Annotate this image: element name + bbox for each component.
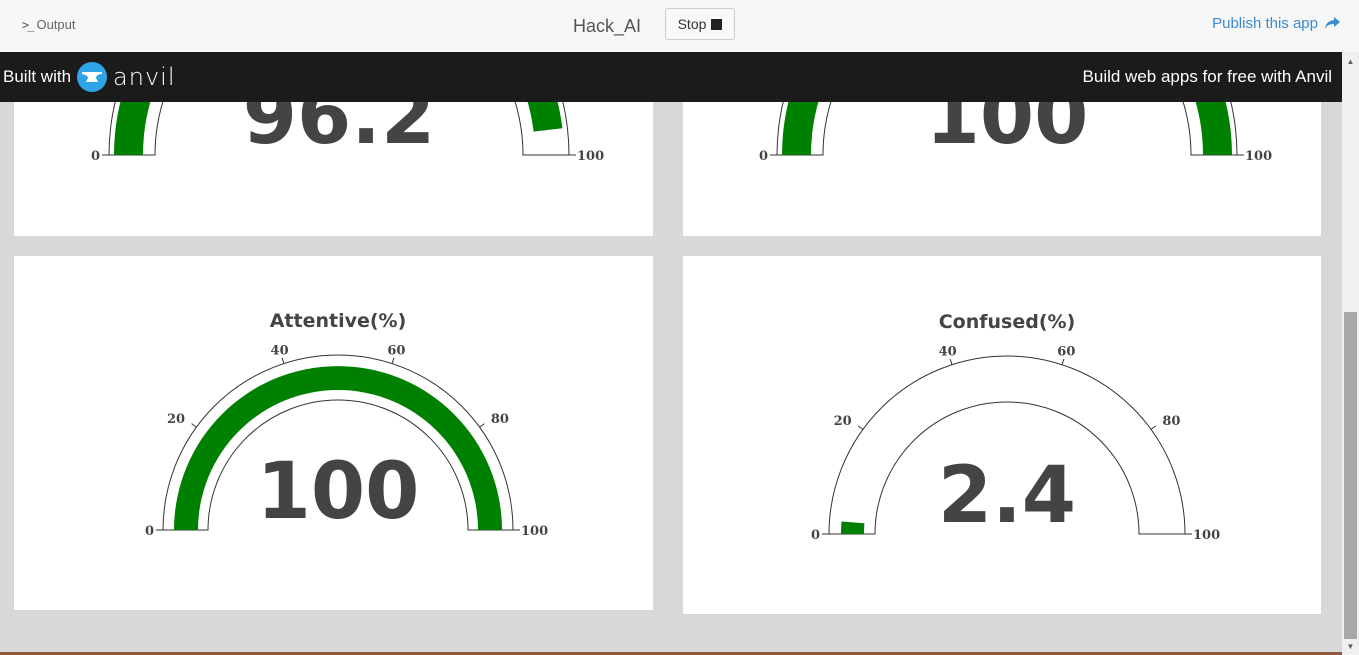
gauge-tick-label: 40 xyxy=(939,344,957,359)
gauge-tick-label: 100 xyxy=(1193,528,1220,543)
gauge-tick-label: 40 xyxy=(271,343,289,358)
gauge-card-attentive: 0 20 40 60 80 100 Attentive(%) 100 xyxy=(14,256,653,610)
scroll-down-arrow-icon[interactable]: ▼ xyxy=(1342,639,1359,653)
publish-app-link[interactable]: Publish this app xyxy=(1212,15,1341,32)
gauge-tick xyxy=(857,425,864,430)
scroll-thumb[interactable] xyxy=(1344,312,1357,639)
top-bar: >_ Output Hack_AI Stop Publish this app xyxy=(0,0,1359,53)
built-with-label: Built with xyxy=(3,67,72,86)
stop-button[interactable]: Stop xyxy=(665,8,735,40)
gauge-tick-label: 80 xyxy=(491,412,509,427)
gauge-tick-label: 80 xyxy=(1162,414,1180,429)
build-free-link[interactable]: Build web apps for free with Anvil xyxy=(1083,52,1332,102)
scroll-up-arrow-icon[interactable]: ▲ xyxy=(1342,54,1359,68)
gauge-tick-label: 20 xyxy=(167,412,185,427)
gauge-title: Attentive(%) xyxy=(270,310,407,332)
gauge-tick-label: 0 xyxy=(759,149,768,164)
gauge-tick xyxy=(1150,425,1157,430)
gauge-value-label: 2.4 xyxy=(938,451,1076,541)
anvil-logo-icon xyxy=(77,62,108,92)
gauge-tick-label: 0 xyxy=(145,524,154,539)
gauge-tick-label: 20 xyxy=(834,414,852,429)
output-toggle[interactable]: >_ Output xyxy=(22,17,75,32)
gauge-tick xyxy=(191,423,197,428)
gauge-tick-label: 0 xyxy=(811,528,820,543)
gauge-tick-label: 60 xyxy=(387,343,405,358)
gauge-tick-label: 100 xyxy=(577,149,604,164)
gauge-value-fill xyxy=(841,521,865,534)
terminal-prompt-icon: >_ xyxy=(22,18,35,32)
stop-square-icon xyxy=(711,18,723,30)
gauge-tick xyxy=(949,358,953,365)
gauge-tick xyxy=(1061,358,1065,365)
gauge-tick xyxy=(391,357,395,364)
share-arrow-icon xyxy=(1325,17,1340,29)
app-name: Hack_AI xyxy=(573,16,642,36)
anvil-wordmark: anvil xyxy=(113,63,176,91)
publish-label: Publish this app xyxy=(1212,15,1318,32)
gauge-title: Confused(%) xyxy=(939,311,1076,333)
gauge-tick-label: 0 xyxy=(91,149,100,164)
gauge-tick-label: 60 xyxy=(1057,344,1075,359)
gauge-tick xyxy=(479,423,485,428)
output-label: Output xyxy=(36,17,76,32)
anvil-banner: Built with anvil Build web apps for free… xyxy=(0,52,1342,102)
gauge-tick xyxy=(281,357,285,364)
gauge-tick-label: 100 xyxy=(1245,149,1272,164)
vertical-scrollbar[interactable]: ▲ ▼ xyxy=(1342,52,1359,655)
gauge-chart: 0 20 40 60 80 100 Attentive(%) 100 xyxy=(145,310,548,539)
built-with-anvil-link[interactable]: Built with anvil xyxy=(3,52,176,102)
stop-label: Stop xyxy=(677,16,707,32)
gauge-chart: 0 20 40 60 80 100 Confused(%) 2.4 xyxy=(811,311,1220,543)
gauge-value-label: 100 xyxy=(257,447,420,537)
gauge-tick-label: 100 xyxy=(521,524,548,539)
gauge-card-confused: 0 20 40 60 80 100 Confused(%) 2.4 xyxy=(683,256,1321,614)
